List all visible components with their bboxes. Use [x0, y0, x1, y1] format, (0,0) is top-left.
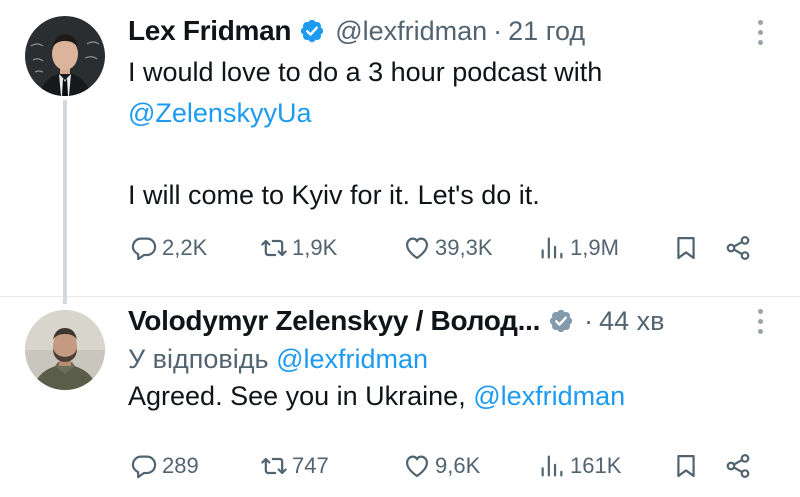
- repost-button[interactable]: 747: [260, 446, 329, 486]
- author-handle[interactable]: @lexfridman: [335, 16, 487, 47]
- tweet-text: I would love to do a 3 hour podcast with…: [128, 52, 768, 216]
- like-icon: [405, 455, 429, 478]
- avatar-lex-fridman[interactable]: [25, 16, 105, 96]
- timestamp[interactable]: 44 хв: [599, 306, 664, 337]
- like-button[interactable]: 39,3K: [403, 228, 493, 268]
- share-icon: [726, 236, 750, 260]
- tweet-text: Agreed. See you in Ukraine, @lexfridman: [128, 376, 768, 417]
- more-icon[interactable]: [754, 309, 766, 337]
- repost-count: 1,9K: [292, 235, 338, 260]
- repost-button[interactable]: 1,9K: [260, 228, 337, 268]
- thread-connector-line: [63, 100, 67, 296]
- views-count: 161K: [570, 453, 622, 478]
- reply-to-label: У відповідь: [128, 344, 269, 374]
- share-button[interactable]: [724, 446, 752, 486]
- reply-to-mention[interactable]: @lexfridman: [276, 344, 428, 374]
- separator-dot: ·: [584, 305, 594, 336]
- views-button[interactable]: 161K: [538, 446, 621, 486]
- author-name[interactable]: Volodymyr Zelenskyy / Волод...: [128, 305, 540, 337]
- tweet-text-line: I would love to do a 3 hour podcast with: [128, 57, 603, 87]
- more-icon[interactable]: [754, 20, 766, 48]
- reply-context: У відповідь @lexfridman: [128, 344, 428, 375]
- tweet-text-line: Agreed. See you in Ukraine,: [128, 381, 466, 411]
- like-button[interactable]: 9,6K: [403, 446, 480, 486]
- bookmark-icon: [677, 454, 695, 478]
- reply-icon: [131, 455, 157, 479]
- bookmark-button[interactable]: [672, 446, 700, 486]
- like-count: 9,6K: [435, 453, 481, 478]
- tweet-actions: 289 747 9,6K 161K: [128, 446, 768, 486]
- tweet-header: Lex Fridman @lexfridman · 21 год: [128, 12, 585, 50]
- repost-count: 747: [292, 453, 329, 478]
- mention-link[interactable]: @ZelenskyyUa: [128, 93, 768, 134]
- views-button[interactable]: 1,9M: [538, 228, 619, 268]
- repost-icon: [261, 239, 287, 257]
- tweet-zelenskyy[interactable]: Volodymyr Zelenskyy / Волод... · 44 хв У…: [0, 296, 800, 497]
- bookmark-button[interactable]: [672, 228, 700, 268]
- bookmark-icon: [677, 236, 695, 260]
- timestamp[interactable]: 21 год: [508, 16, 585, 47]
- views-icon: [541, 455, 563, 477]
- reply-count: 289: [162, 453, 199, 478]
- share-icon: [726, 454, 750, 478]
- tweet-actions: 2,2K 1,9K 39,3K 1,9M: [128, 228, 768, 268]
- like-icon: [405, 237, 429, 260]
- repost-icon: [261, 457, 287, 475]
- tweet-header: Volodymyr Zelenskyy / Волод... · 44 хв: [128, 302, 664, 340]
- reply-button[interactable]: 289: [130, 446, 199, 486]
- verified-icon: [549, 309, 573, 333]
- reply-button[interactable]: 2,2K: [130, 228, 207, 268]
- like-count: 39,3K: [435, 235, 493, 260]
- views-icon: [541, 237, 563, 259]
- avatar-zelenskyy[interactable]: [25, 310, 105, 390]
- verified-icon: [301, 19, 324, 43]
- share-button[interactable]: [724, 228, 752, 268]
- reply-icon: [131, 237, 157, 261]
- thread-connector-line: [63, 296, 67, 304]
- reply-count: 2,2K: [162, 235, 208, 260]
- tweet-text-line: I will come to Kyiv for it. Let's do it.: [128, 180, 540, 210]
- separator-dot: ·: [493, 15, 503, 46]
- tweet-lex-fridman[interactable]: Lex Fridman @lexfridman · 21 год I would…: [0, 0, 800, 296]
- views-count: 1,9M: [570, 235, 619, 260]
- mention-link[interactable]: @lexfridman: [473, 381, 625, 411]
- author-name[interactable]: Lex Fridman: [128, 15, 291, 47]
